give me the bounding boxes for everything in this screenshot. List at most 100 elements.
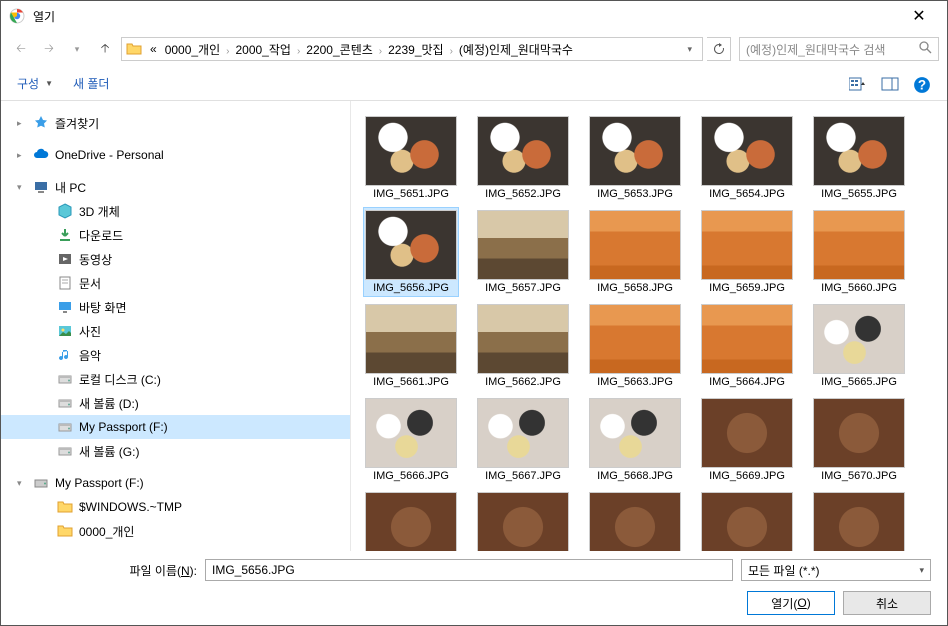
tree-onedrive[interactable]: ▸ OneDrive - Personal [1,143,350,167]
tree-item[interactable]: 동영상 [1,247,350,271]
file-list[interactable]: IMG_5651.JPGIMG_5652.JPGIMG_5653.JPGIMG_… [351,101,947,551]
doc-icon [57,275,73,291]
tree-item[interactable]: 새 볼륨 (G:) [1,439,350,463]
tree-item[interactable]: 로컬 디스크 (C:) [1,367,350,391]
filename-input[interactable] [205,559,733,581]
file-item[interactable]: IMG_5674.JPG [699,489,795,551]
file-item[interactable]: IMG_5660.JPG [811,207,907,297]
breadcrumb-item[interactable]: 2239_맛집 [384,43,447,57]
tree-item[interactable]: 다운로드 [1,223,350,247]
breadcrumb-item[interactable]: 0000_개인 [161,43,224,57]
breadcrumb-item[interactable]: 2000_작업 [231,43,294,57]
file-item[interactable]: IMG_5656.JPG [363,207,459,297]
file-name: IMG_5652.JPG [485,188,561,200]
file-item[interactable]: IMG_5652.JPG [475,113,571,203]
file-name: IMG_5659.JPG [709,282,785,294]
thumbnail [701,210,793,280]
view-menu[interactable] [849,76,867,92]
window-title: 열기 [33,8,899,25]
file-item[interactable]: IMG_5662.JPG [475,301,571,391]
file-item[interactable]: IMG_5670.JPG [811,395,907,485]
tree-item[interactable]: My Passport (F:) [1,415,350,439]
file-item[interactable]: IMG_5675.JPG [811,489,907,551]
file-item[interactable]: IMG_5671.JPG [363,489,459,551]
thumbnail [365,492,457,551]
file-name: IMG_5662.JPG [485,376,561,388]
file-item[interactable]: IMG_5661.JPG [363,301,459,391]
thumbnail [589,210,681,280]
file-name: IMG_5661.JPG [373,376,449,388]
thumbnail [477,116,569,186]
thumbnail [365,116,457,186]
file-item[interactable]: IMG_5669.JPG [699,395,795,485]
file-item[interactable]: IMG_5664.JPG [699,301,795,391]
tree-item[interactable]: 사진 [1,319,350,343]
tree-item[interactable]: $WINDOWS.~TMP [1,495,350,519]
file-item[interactable]: IMG_5665.JPG [811,301,907,391]
tree-item[interactable]: 0000_개인 [1,519,350,543]
breadcrumb-prefix: « [146,42,161,56]
tree-thispc[interactable]: ▾ 내 PC [1,175,350,199]
chrome-icon [9,8,25,24]
tree-quickaccess[interactable]: ▸ 즐겨찾기 [1,111,350,135]
tree-item[interactable]: 음악 [1,343,350,367]
thumbnail [813,492,905,551]
navigation-tree[interactable]: ▸ 즐겨찾기 ▸ OneDrive - Personal ▾ 내 PC 3D 개… [1,101,351,551]
thumbnail [477,398,569,468]
file-name: IMG_5664.JPG [709,376,785,388]
file-item[interactable]: IMG_5673.JPG [587,489,683,551]
file-item[interactable]: IMG_5668.JPG [587,395,683,485]
file-name: IMG_5663.JPG [597,376,673,388]
file-item[interactable]: IMG_5655.JPG [811,113,907,203]
file-item[interactable]: IMG_5651.JPG [363,113,459,203]
search-input[interactable]: (예정)인제_원대막국수 검색 [739,37,939,61]
back-button[interactable]: 🡠 [9,37,33,61]
thumbnail [365,304,457,374]
tree-item[interactable]: 새 볼륨 (D:) [1,391,350,415]
file-item[interactable]: IMG_5653.JPG [587,113,683,203]
file-name: IMG_5660.JPG [821,282,897,294]
open-button[interactable]: 열기(O) [747,591,835,615]
file-item[interactable]: IMG_5659.JPG [699,207,795,297]
filetype-filter[interactable]: 모든 파일 (*.*)▾ [741,559,931,581]
newfolder-button[interactable]: 새 폴더 [73,75,109,92]
thumbnail [589,116,681,186]
thumbnail [701,304,793,374]
breadcrumb-separator[interactable]: › [448,46,455,57]
organize-menu[interactable]: 구성▼ [17,75,53,92]
file-item[interactable]: IMG_5663.JPG [587,301,683,391]
recent-dropdown[interactable]: ▾ [65,37,89,61]
tree-passport[interactable]: ▾ My Passport (F:) [1,471,350,495]
tree-item[interactable]: 바탕 화면 [1,295,350,319]
preview-pane-button[interactable] [881,76,899,92]
cloud-icon [33,147,49,163]
thumbnail [701,398,793,468]
tree-item[interactable]: 3D 개체 [1,199,350,223]
close-button[interactable]: ✕ [899,6,939,26]
drive-icon [33,475,49,491]
refresh-button[interactable] [707,37,731,61]
forward-button[interactable]: 🡢 [37,37,61,61]
breadcrumb-item[interactable]: 2200_콘텐츠 [302,43,377,57]
up-button[interactable]: 🡡 [93,37,117,61]
download-icon [57,227,73,243]
thumbnail [813,398,905,468]
cancel-button[interactable]: 취소 [843,591,931,615]
file-item[interactable]: IMG_5666.JPG [363,395,459,485]
file-name: IMG_5654.JPG [709,188,785,200]
breadcrumb[interactable]: « 0000_개인›2000_작업›2200_콘텐츠›2239_맛집›(예정)인… [121,37,703,61]
breadcrumb-item[interactable]: (예정)인제_원대막국수 [455,43,577,57]
thumbnail [477,304,569,374]
help-button[interactable]: ? [913,76,931,92]
file-item[interactable]: IMG_5654.JPG [699,113,795,203]
file-name: IMG_5668.JPG [597,470,673,482]
file-item[interactable]: IMG_5658.JPG [587,207,683,297]
file-item[interactable]: IMG_5657.JPG [475,207,571,297]
file-item[interactable]: IMG_5667.JPG [475,395,571,485]
file-name: IMG_5656.JPG [373,282,449,294]
breadcrumb-dropdown[interactable]: ▾ [681,44,698,55]
tree-item[interactable]: 문서 [1,271,350,295]
file-item[interactable]: IMG_5672.JPG [475,489,571,551]
file-name: IMG_5651.JPG [373,188,449,200]
filename-label: 파일 이름(N): [17,562,197,579]
